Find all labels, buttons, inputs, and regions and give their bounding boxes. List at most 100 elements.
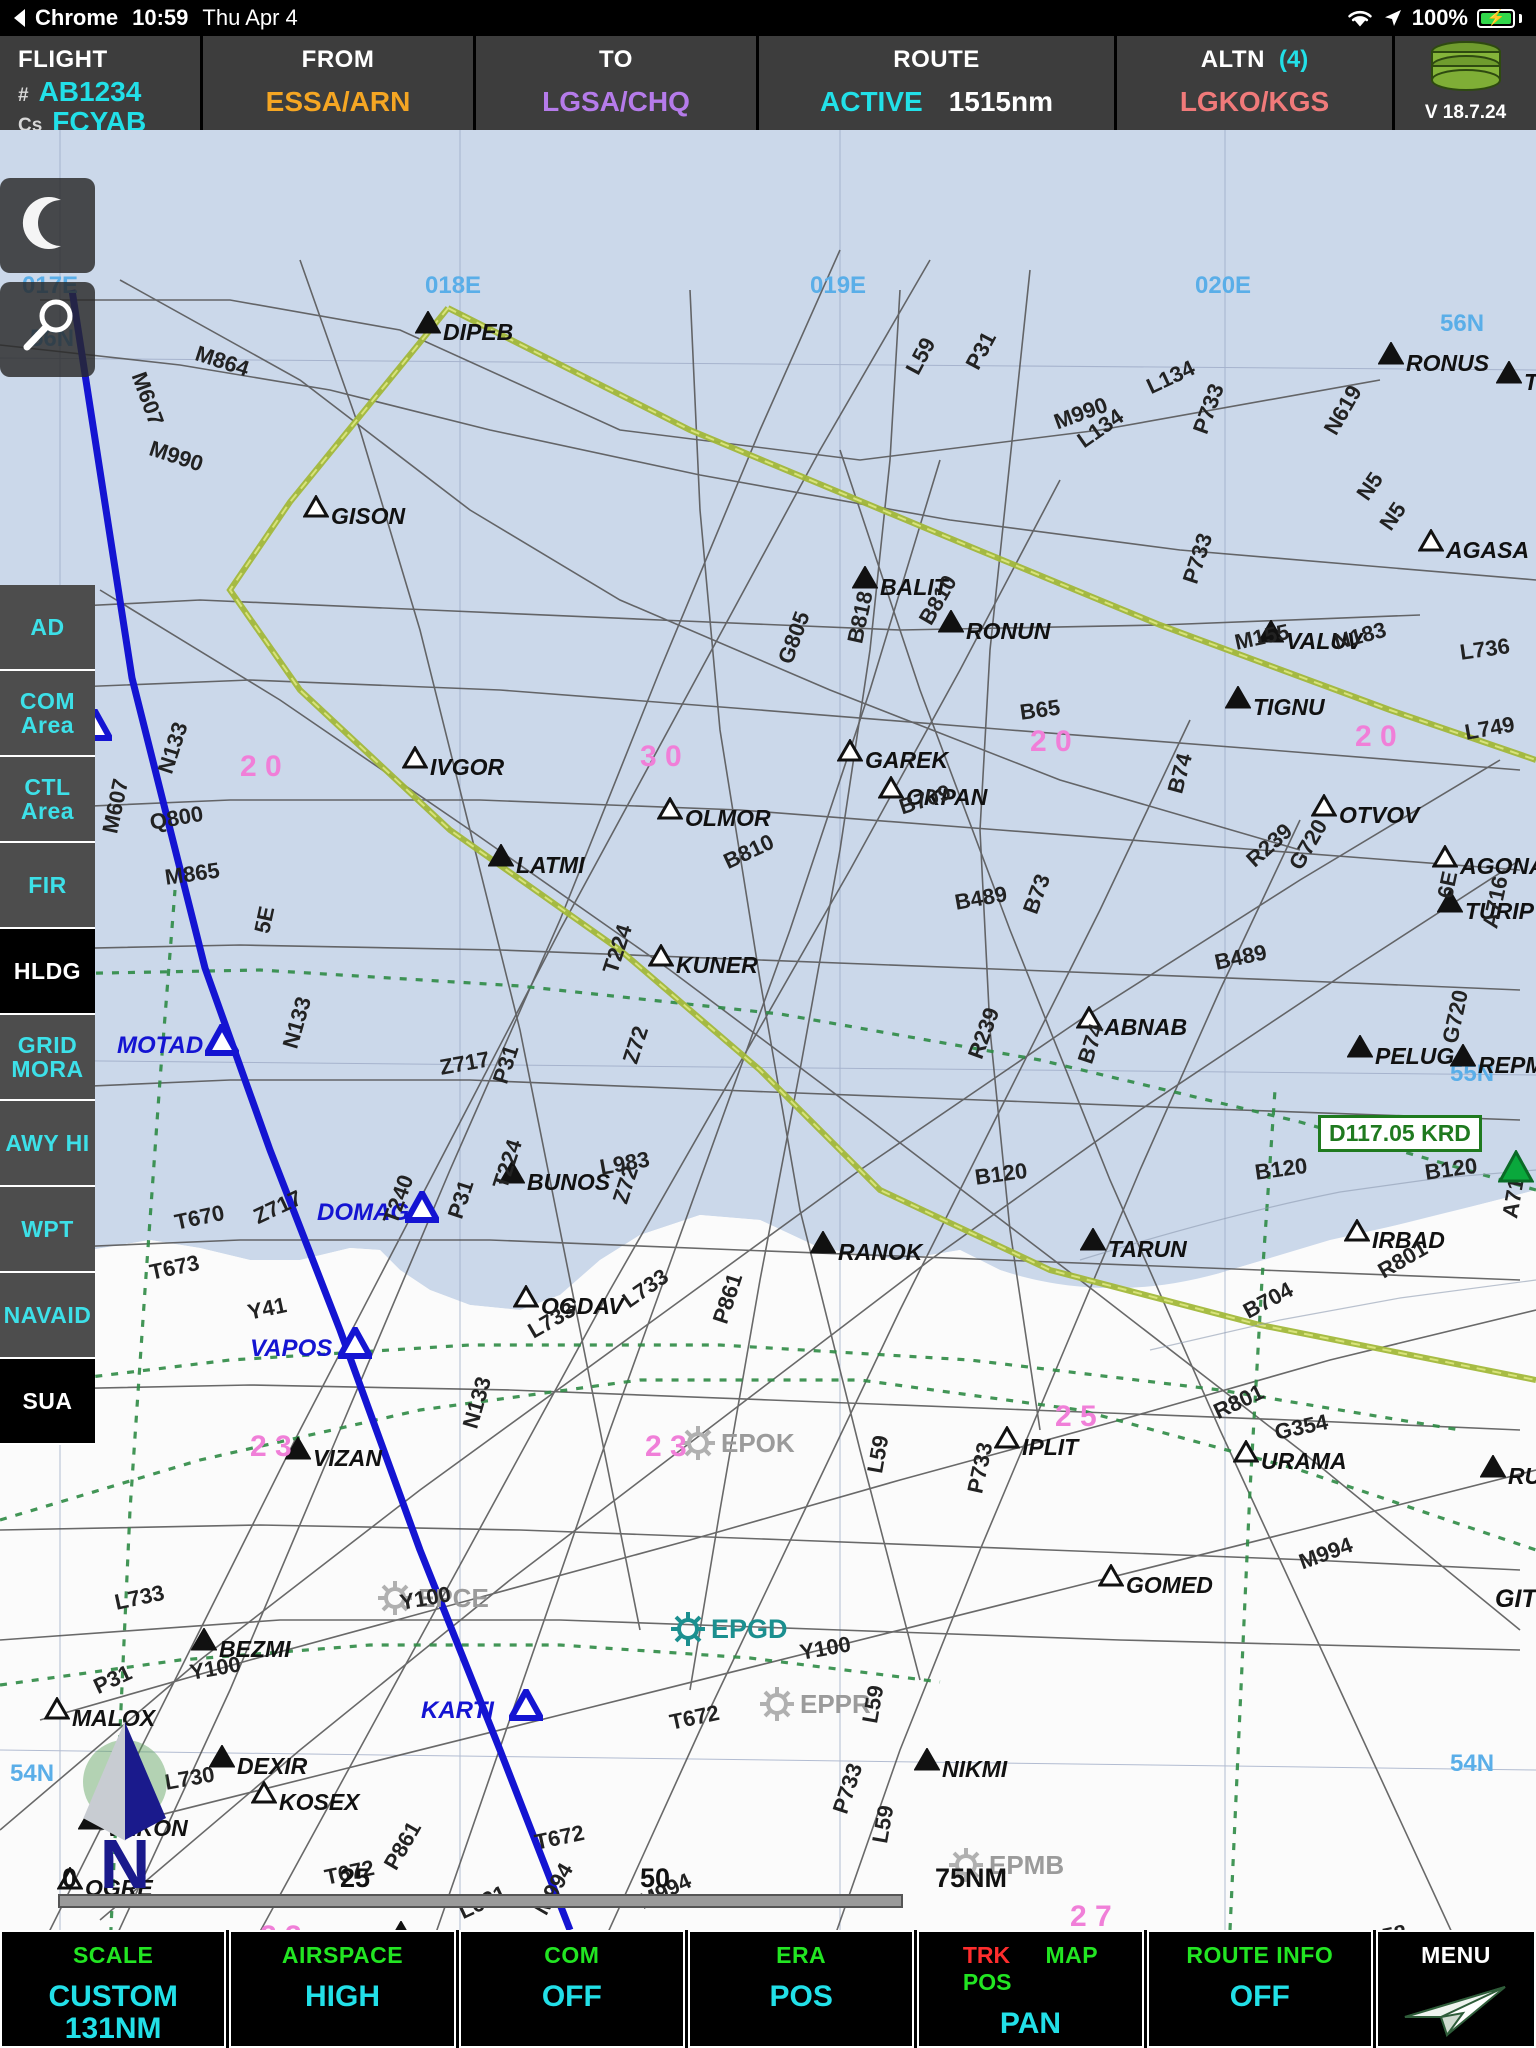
waypoint-label: GAREK bbox=[865, 747, 949, 773]
waypoint-symbol[interactable] bbox=[656, 796, 684, 826]
altn-panel[interactable]: ALTN (4) LGKO/KGS bbox=[1117, 36, 1392, 130]
night-mode-button[interactable] bbox=[0, 178, 95, 273]
layer-label-line2: Area bbox=[20, 712, 75, 738]
waypoint-symbol[interactable] bbox=[1224, 685, 1252, 715]
trk-label: TRK bbox=[962, 1942, 1011, 1968]
bottom-toolbar[interactable]: SCALE CUSTOM 131NM AIRSPACE HIGH COM OFF… bbox=[0, 1930, 1536, 2048]
waypoint-symbol[interactable] bbox=[487, 843, 515, 873]
version-panel[interactable]: V 18.7.24 bbox=[1395, 36, 1536, 130]
map-mode-button[interactable]: TRK POS MAP PAN bbox=[917, 1930, 1144, 2048]
enroute-chart-map[interactable]: 017E018E019E020E017E018E019E56N55N54N54N… bbox=[0, 130, 1536, 1930]
waypoint-symbol[interactable] bbox=[809, 1230, 837, 1260]
graticule-lon-label: 018E bbox=[425, 272, 482, 299]
waypoint-symbol[interactable] bbox=[1346, 1034, 1374, 1064]
layer-button-hldg[interactable]: HLDG bbox=[0, 929, 95, 1015]
waypoint-symbol[interactable] bbox=[1377, 341, 1405, 371]
com-button-label: COM bbox=[544, 1942, 600, 1968]
to-panel[interactable]: TO LGSA/CHQ bbox=[476, 36, 756, 130]
layer-label-line1: COM bbox=[19, 687, 76, 714]
waypoint-symbol[interactable] bbox=[43, 1696, 71, 1726]
com-button[interactable]: COM OFF bbox=[458, 1930, 685, 2048]
layer-button-fir[interactable]: FIR bbox=[0, 843, 95, 929]
grid-mora-value: 2 7 bbox=[1070, 1900, 1112, 1930]
grid-mora-value: 2 3 bbox=[645, 1430, 687, 1463]
airspace-button[interactable]: AIRSPACE HIGH bbox=[229, 1930, 456, 2048]
route-waypoint-symbol[interactable] bbox=[505, 1684, 547, 1726]
flight-label: FLIGHT bbox=[18, 46, 108, 73]
layer-button-grid-mora[interactable]: GRID MORA bbox=[0, 1015, 95, 1101]
waypoint-symbol[interactable] bbox=[250, 1780, 278, 1810]
graticule-lat-label: 54N bbox=[10, 1760, 55, 1787]
layer-button-com-area[interactable]: COM Area bbox=[0, 671, 95, 757]
airway-label: B65 bbox=[1018, 694, 1062, 725]
battery-percent: 100% bbox=[1411, 5, 1468, 30]
waypoint-label: DIPEB bbox=[443, 319, 514, 345]
menu-button[interactable]: MENU bbox=[1375, 1930, 1536, 2048]
scale-button[interactable]: SCALE CUSTOM 131NM bbox=[0, 1930, 227, 2048]
waypoint-label: TIGNU bbox=[1253, 694, 1325, 720]
flight-panel[interactable]: FLIGHT # AB1234 Cs FCYAB bbox=[0, 36, 200, 137]
magnifier-icon bbox=[17, 296, 79, 363]
layer-button-wpt[interactable]: WPT bbox=[0, 1187, 95, 1273]
graticule-lat-label: 54N bbox=[1450, 1750, 1495, 1777]
route-panel[interactable]: ROUTE ACTIVE 1515nm bbox=[759, 36, 1114, 130]
location-arrow-icon bbox=[1383, 8, 1403, 28]
route-waypoint-symbol[interactable] bbox=[201, 1019, 243, 1061]
waypoint-symbol[interactable] bbox=[993, 1425, 1021, 1455]
airport-symbol[interactable] bbox=[669, 1610, 707, 1653]
layer-button-navaid[interactable]: NAVAID bbox=[0, 1273, 95, 1359]
waypoint-symbol[interactable] bbox=[388, 1920, 414, 1930]
layer-button-sua[interactable]: SUA bbox=[0, 1359, 95, 1445]
scale-tick-label: 75NM bbox=[935, 1863, 1008, 1893]
ios-status-bar: Chrome 10:59 Thu Apr 4 100% ⚡ bbox=[0, 0, 1536, 36]
waypoint-symbol[interactable] bbox=[401, 745, 429, 775]
era-button[interactable]: ERA POS bbox=[687, 1930, 915, 2048]
grid-mora-value: 2 3 bbox=[260, 1920, 302, 1930]
flight-number-value: AB1234 bbox=[38, 76, 142, 107]
zoom-search-button[interactable] bbox=[0, 282, 95, 377]
airport-symbol[interactable] bbox=[758, 1685, 796, 1728]
waypoint-symbol[interactable] bbox=[1097, 1563, 1125, 1593]
waypoint-symbol[interactable] bbox=[913, 1747, 941, 1777]
waypoint-label: VIZAN bbox=[313, 1445, 382, 1471]
waypoint-label: PELUG bbox=[1375, 1043, 1455, 1069]
waypoint-label: VAPOS bbox=[250, 1335, 333, 1362]
waypoint-label: REPMI bbox=[1478, 1052, 1536, 1078]
layer-toggle-sidebar[interactable]: AD COM Area CTL Area FIR HLDG GRID MORA AWY HI WPT… bbox=[0, 585, 95, 1445]
waypoint-symbol[interactable] bbox=[647, 943, 675, 973]
waypoint-symbol[interactable] bbox=[1479, 1454, 1507, 1484]
battery-charging-icon: ⚡ bbox=[1477, 8, 1522, 28]
waypoint-symbol[interactable] bbox=[836, 738, 864, 768]
waypoint-symbol[interactable] bbox=[1079, 1227, 1107, 1257]
waypoint-symbol[interactable] bbox=[1449, 1043, 1477, 1073]
route-status: ACTIVE bbox=[820, 86, 923, 117]
waypoint-label: OLMOR bbox=[685, 805, 771, 831]
era-button-label: ERA bbox=[776, 1942, 827, 1968]
route-info-button[interactable]: ROUTE INFO OFF bbox=[1146, 1930, 1373, 2048]
layer-button-ad[interactable]: AD bbox=[0, 585, 95, 671]
navaid-callout[interactable]: D117.05 KRD bbox=[1318, 1115, 1482, 1152]
waypoint-symbol[interactable] bbox=[1417, 528, 1445, 558]
waypoint-symbol[interactable] bbox=[414, 310, 442, 340]
layer-button-awy-hi[interactable]: AWY HI bbox=[0, 1101, 95, 1187]
era-value: POS bbox=[769, 1980, 833, 2013]
waypoint-symbol[interactable] bbox=[1343, 1218, 1371, 1248]
waypoint-symbol[interactable] bbox=[302, 494, 330, 524]
vor-navaid-symbol[interactable] bbox=[1497, 1148, 1535, 1189]
waypoint-label: BUNOS bbox=[527, 1169, 611, 1195]
from-panel[interactable]: FROM ESSA/ARN bbox=[203, 36, 473, 130]
route-waypoint-symbol[interactable] bbox=[334, 1322, 376, 1364]
north-arrow: N bbox=[70, 1720, 180, 1905]
layer-button-ctl-area[interactable]: CTL Area bbox=[0, 757, 95, 843]
waypoint-label: KOSEX bbox=[279, 1789, 360, 1815]
waypoint-symbol[interactable] bbox=[1495, 360, 1523, 390]
waypoint-symbol[interactable] bbox=[1232, 1439, 1260, 1469]
waypoint-symbol[interactable] bbox=[190, 1627, 218, 1657]
back-triangle-icon[interactable] bbox=[14, 9, 25, 27]
airport-label: EPGD bbox=[711, 1614, 788, 1644]
graticule-lon-label: 019E bbox=[810, 272, 867, 299]
from-label: FROM bbox=[301, 46, 375, 73]
waypoint-symbol[interactable] bbox=[512, 1284, 540, 1314]
status-back-app[interactable]: Chrome bbox=[35, 5, 118, 31]
waypoint-label: NIKMI bbox=[942, 1756, 1008, 1782]
